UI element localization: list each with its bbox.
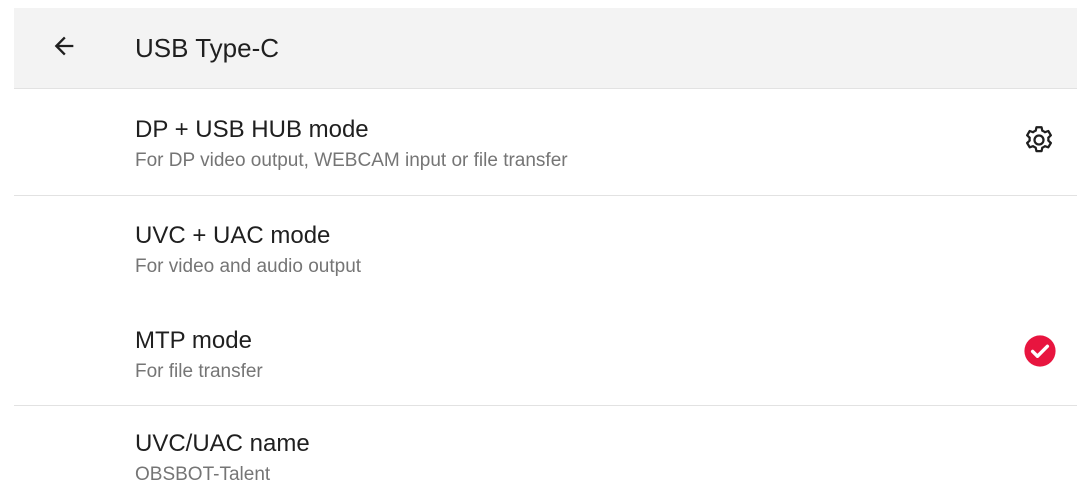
arrow-left-icon <box>50 32 78 65</box>
settings-button[interactable] <box>1019 122 1059 162</box>
list-item-title: UVC + UAC mode <box>135 222 331 249</box>
check-circle-icon <box>1023 334 1057 373</box>
list-item-title: DP + USB HUB mode <box>135 116 369 143</box>
app-bar: USB Type-C <box>14 8 1077 89</box>
list-item-subtitle: For video and audio output <box>135 256 362 277</box>
list-item-title: MTP mode <box>135 327 252 354</box>
list-item-subtitle: OBSBOT-Talent <box>135 464 271 485</box>
list-item-uvc-uac-name[interactable]: UVC/UAC name OBSBOT-Talent <box>14 406 1077 490</box>
list-item-subtitle: For file transfer <box>135 361 263 382</box>
list-item-mtp-mode[interactable]: MTP mode For file transfer <box>14 301 1077 405</box>
gear-icon <box>1021 122 1057 163</box>
list-item-subtitle: For DP video output, WEBCAM input or fil… <box>135 150 568 171</box>
list-item-uvc-uac-mode[interactable]: UVC + UAC mode For video and audio outpu… <box>14 196 1077 301</box>
selected-indicator <box>1020 333 1060 373</box>
page-title: USB Type-C <box>135 33 280 63</box>
back-button[interactable] <box>44 28 84 68</box>
usb-type-c-settings-screen: USB Type-C DP + USB HUB mode For DP vide… <box>0 0 1077 490</box>
list-item-dp-usb-hub-mode[interactable]: DP + USB HUB mode For DP video output, W… <box>14 89 1077 195</box>
list-item-title: UVC/UAC name <box>135 430 310 457</box>
